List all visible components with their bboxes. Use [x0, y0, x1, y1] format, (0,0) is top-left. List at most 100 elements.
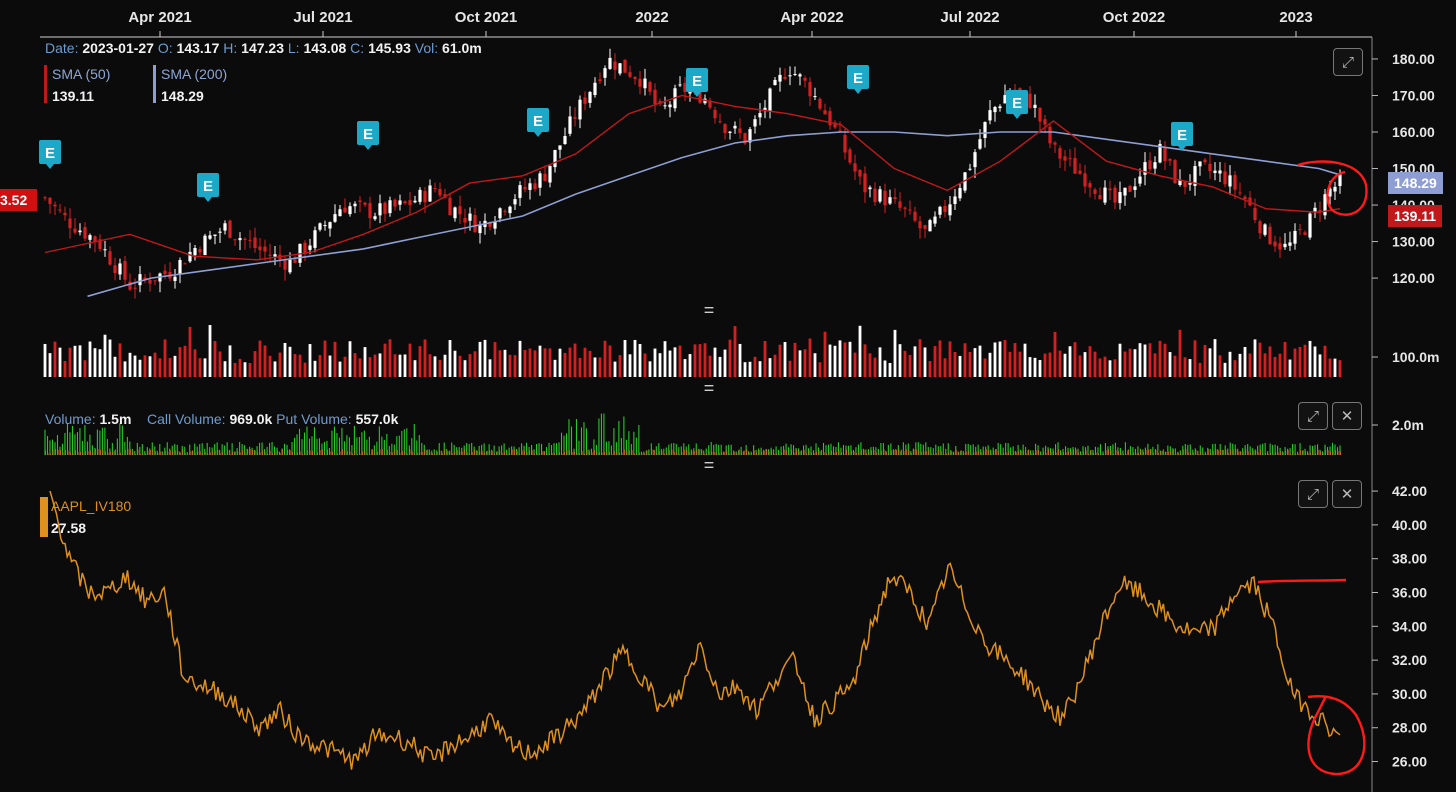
volume-bar: [683, 359, 687, 377]
iv-expand-button[interactable]: ⤢: [1298, 480, 1328, 508]
candle-body: [863, 173, 867, 193]
volume-bar: [308, 344, 312, 377]
candle-body: [1323, 194, 1327, 216]
volume-bar: [443, 354, 447, 377]
volume-bar: [1073, 342, 1077, 377]
volume-bar: [768, 358, 772, 377]
candle-body: [318, 223, 322, 230]
candle-body: [408, 200, 412, 205]
volume-bar: [483, 339, 487, 377]
candle-body: [598, 79, 602, 82]
date-label: Date:: [45, 40, 79, 56]
iv-close-button[interactable]: ✕: [1332, 480, 1362, 508]
chart-root: Apr 2021 Jul 2021 Oct 2021 2022 Apr 2022 Jul …: [0, 0, 1456, 792]
candle-body: [1188, 182, 1192, 185]
volume-bar: [803, 349, 807, 377]
candle-body: [468, 213, 472, 221]
panel-separator-2[interactable]: =: [700, 378, 718, 399]
volume-bar: [68, 347, 72, 377]
candle-body: [898, 201, 902, 208]
volume-bar: [1118, 343, 1122, 377]
high-value: 147.23: [241, 40, 284, 56]
candle-body: [1168, 158, 1172, 161]
volume-bar: [328, 355, 332, 377]
panel-separator-3[interactable]: =: [700, 455, 718, 476]
candle-body: [1278, 243, 1282, 250]
candle-body: [108, 251, 112, 265]
volume-bar: [778, 344, 782, 377]
annotation-circle-price: [1297, 160, 1368, 216]
candle-body: [438, 188, 442, 196]
volume-bar: [1038, 360, 1042, 377]
volume-bar: [1013, 343, 1017, 377]
volume-bar: [388, 339, 392, 377]
earnings-marker-pointer: [1013, 114, 1021, 119]
volume-bar: [463, 360, 467, 377]
volume-bar: [903, 350, 907, 377]
candle-body: [118, 263, 122, 275]
candle-body: [178, 259, 182, 275]
candle-body: [63, 212, 67, 216]
main-expand-button[interactable]: ⤢: [1333, 48, 1363, 76]
volume-bar: [1098, 358, 1102, 377]
volume-bar: [733, 326, 737, 377]
candle-body: [943, 205, 947, 212]
volume-bar: [348, 341, 352, 377]
candle-body: [1203, 159, 1207, 163]
volume-bar: [278, 352, 282, 377]
candle-body: [258, 246, 262, 251]
volume-bar: [1233, 360, 1237, 377]
volume-bar: [958, 355, 962, 377]
volume-bar: [648, 361, 652, 377]
candle-body: [348, 206, 352, 215]
candle-body: [653, 89, 657, 104]
volume-bar: [408, 343, 412, 377]
chart-svg: Apr 2021 Jul 2021 Oct 2021 2022 Apr 2022 Jul …: [39, 9, 1439, 792]
candle-body: [1258, 221, 1262, 234]
volume-bar: [368, 357, 372, 377]
candle-body: [728, 131, 732, 133]
candle-body: [1273, 241, 1277, 247]
volume-bar: [488, 359, 492, 377]
options-close-button[interactable]: ✕: [1332, 402, 1362, 430]
candle-body: [1218, 170, 1222, 174]
candle-body: [643, 78, 647, 89]
volume-bar: [763, 340, 767, 377]
candle-body: [378, 203, 382, 216]
volume-bar: [58, 347, 62, 377]
candle-body: [1283, 243, 1287, 248]
candle-body: [1033, 104, 1037, 108]
volume-bar: [863, 344, 867, 377]
x-tick-label: Apr 2021: [128, 9, 191, 26]
volume-bar: [853, 352, 857, 377]
volume-bar: [288, 346, 292, 377]
candle-body: [188, 251, 192, 262]
candle-body: [1263, 224, 1267, 235]
panel-separator-1[interactable]: =: [700, 300, 718, 321]
volume-bar: [343, 356, 347, 377]
volume-bar: [1058, 350, 1062, 377]
iv-y-tick-label: 38.00: [1392, 551, 1427, 567]
volume-bar: [413, 360, 417, 377]
options-expand-button[interactable]: ⤢: [1298, 402, 1328, 430]
iv-value: 27.58: [51, 520, 87, 536]
volume-bar: [818, 362, 822, 377]
candle-body: [43, 197, 47, 199]
volume-bar: [188, 326, 192, 377]
candle-body: [923, 225, 927, 229]
candle-body: [1053, 142, 1057, 145]
volume-bar: [823, 331, 827, 377]
candle-body: [783, 76, 787, 79]
candle-body: [788, 75, 792, 77]
options-volume-label: Volume:: [45, 411, 96, 427]
volume-bar: [638, 344, 642, 377]
candle-body: [1223, 171, 1227, 185]
volume-bar: [603, 340, 607, 377]
volume-bar: [1113, 359, 1117, 377]
volume-bar: [618, 355, 622, 377]
volume-bar: [948, 341, 952, 377]
volume-bar: [1103, 356, 1107, 377]
candle-body: [1063, 156, 1067, 161]
candle-body: [228, 220, 232, 238]
earnings-marker-pointer: [46, 164, 54, 169]
